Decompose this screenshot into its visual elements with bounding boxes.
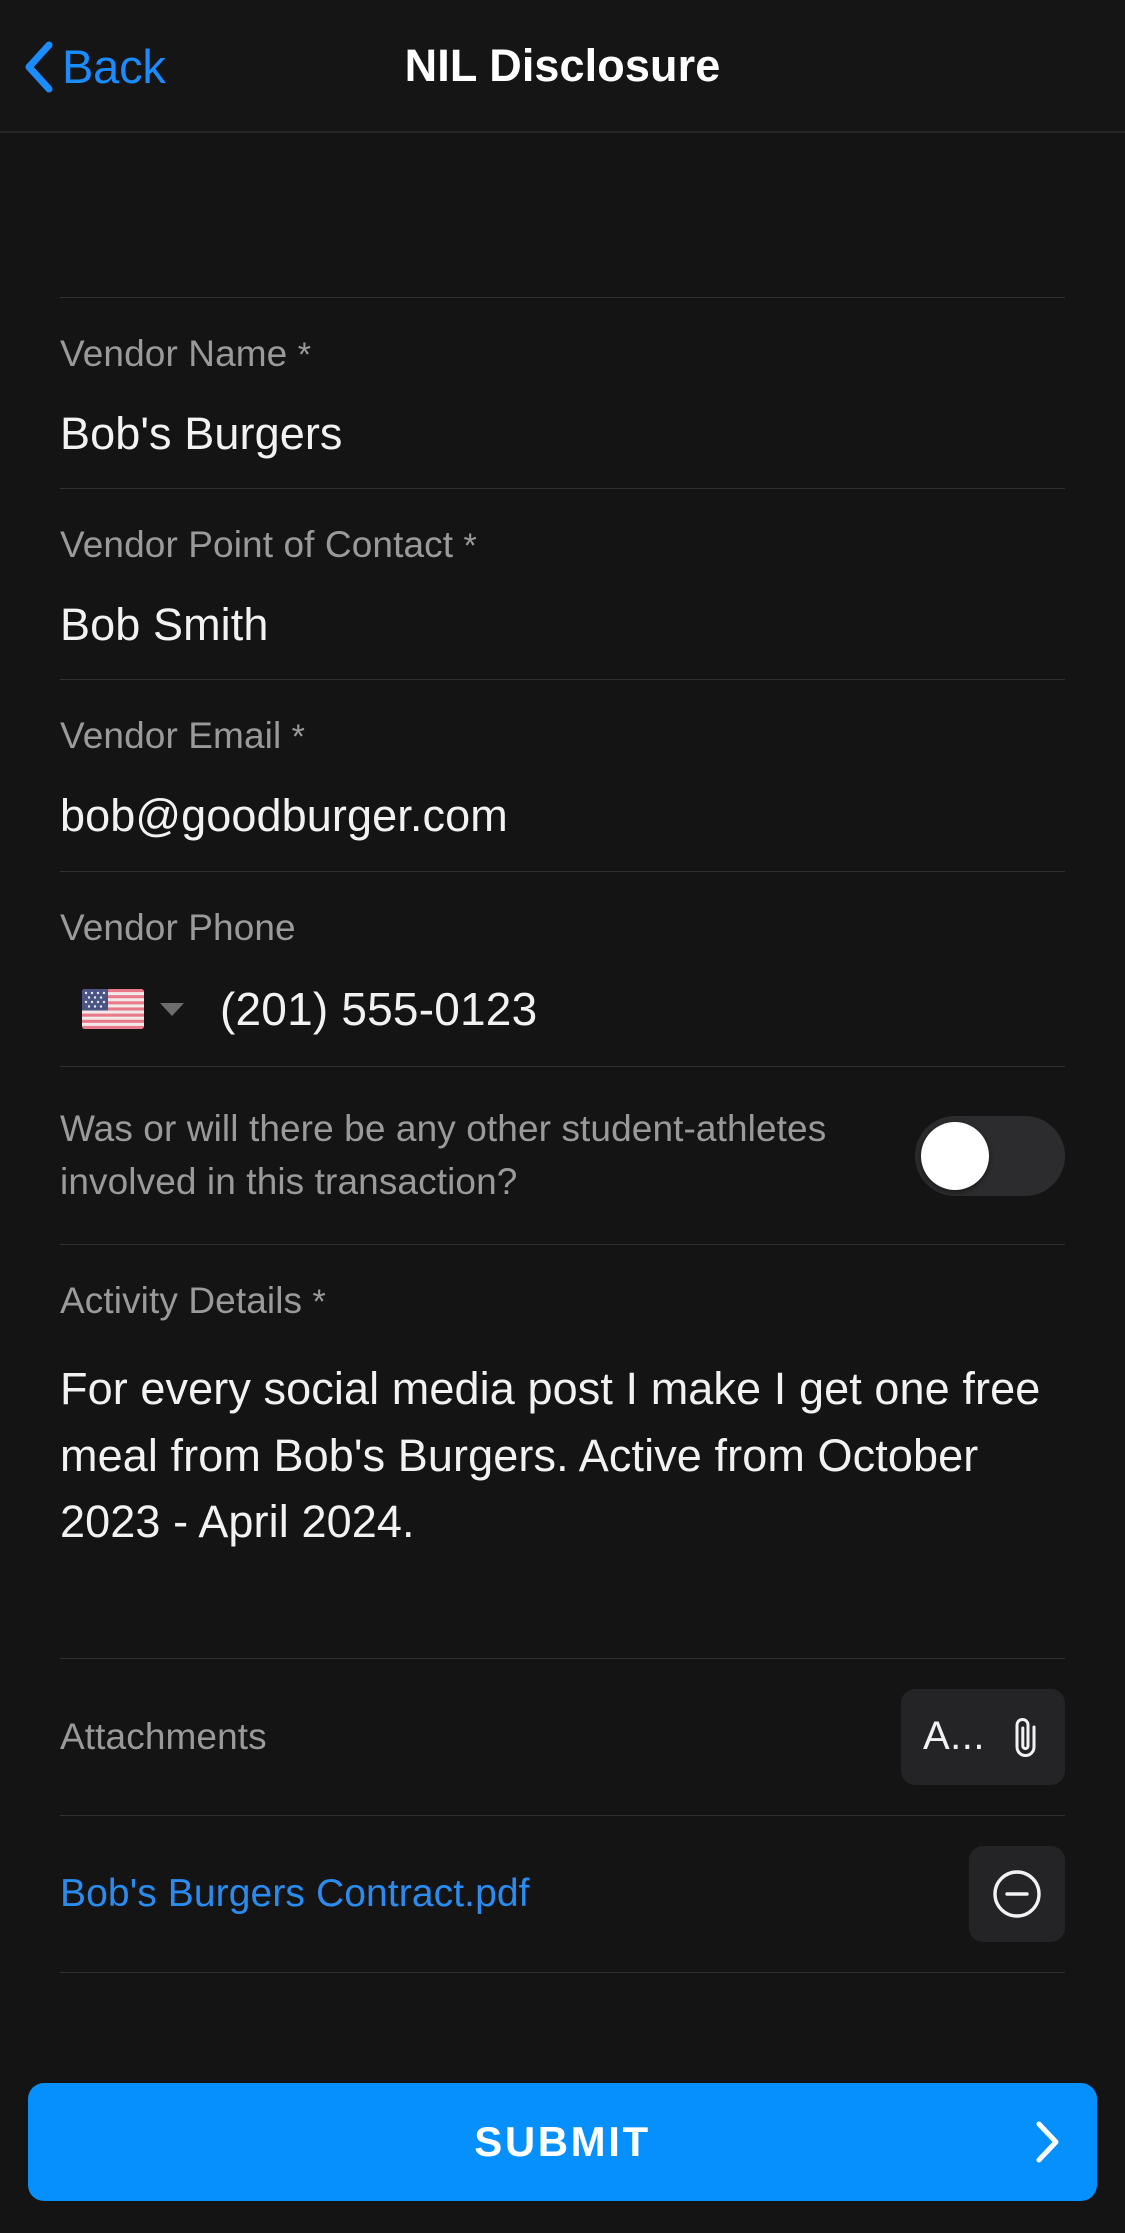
back-button[interactable]: Back xyxy=(22,0,182,133)
country-code-selector[interactable] xyxy=(82,989,184,1029)
field-vendor-name[interactable]: Vendor Name * Bob's Burgers xyxy=(60,298,1065,488)
submit-button-label: SUBMIT xyxy=(474,2118,651,2166)
field-other-athletes: Was or will there be any other student-a… xyxy=(60,1067,1065,1244)
required-asterisk: * xyxy=(313,1283,326,1321)
vendor-phone-input[interactable]: (201) 555-0123 xyxy=(220,982,537,1036)
chevron-left-icon xyxy=(22,41,56,93)
activity-details-label: Activity Details * xyxy=(60,1281,1065,1322)
navigation-bar: Back NIL Disclosure xyxy=(0,0,1125,133)
other-athletes-toggle[interactable] xyxy=(915,1116,1065,1196)
phone-input-row: (201) 555-0123 xyxy=(60,982,1065,1036)
required-asterisk: * xyxy=(292,718,305,756)
attachment-list-item: Bob's Burgers Contract.pdf xyxy=(60,1816,1065,1972)
top-spacer xyxy=(60,133,1065,297)
vendor-phone-label: Vendor Phone xyxy=(60,908,1065,949)
field-activity-details[interactable]: Activity Details * For every social medi… xyxy=(60,1245,1065,1657)
attachments-label: Attachments xyxy=(60,1716,267,1758)
other-athletes-question: Was or will there be any other student-a… xyxy=(60,1103,885,1208)
vendor-name-input[interactable]: Bob's Burgers xyxy=(60,409,1065,459)
vendor-email-label: Vendor Email * xyxy=(60,716,1065,757)
field-vendor-phone[interactable]: Vendor Phone xyxy=(60,872,1065,1067)
vendor-contact-label-text: Vendor Point of Contact xyxy=(60,524,453,565)
field-vendor-email[interactable]: Vendor Email * bob@goodburger.com xyxy=(60,680,1065,870)
chevron-right-icon xyxy=(1035,2120,1061,2164)
activity-spacer xyxy=(60,1556,1065,1612)
attachments-row: Attachments A... xyxy=(60,1659,1065,1815)
required-asterisk: * xyxy=(464,527,477,565)
submit-button[interactable]: SUBMIT xyxy=(28,2083,1097,2201)
minus-circle-icon xyxy=(991,1868,1043,1920)
vendor-email-label-text: Vendor Email xyxy=(60,715,281,756)
vendor-contact-input[interactable]: Bob Smith xyxy=(60,600,1065,650)
paperclip-icon xyxy=(1009,1714,1043,1760)
form-scroll-area[interactable]: Vendor Name * Bob's Burgers Vendor Point… xyxy=(0,133,1125,2069)
toggle-knob xyxy=(921,1122,989,1190)
nil-disclosure-screen: Back NIL Disclosure Vendor Name * Bob's … xyxy=(0,0,1125,2233)
remove-attachment-button[interactable] xyxy=(969,1846,1065,1942)
activity-details-label-text: Activity Details xyxy=(60,1280,302,1321)
field-vendor-contact[interactable]: Vendor Point of Contact * Bob Smith xyxy=(60,489,1065,679)
activity-details-input[interactable]: For every social media post I make I get… xyxy=(60,1356,1065,1556)
divider xyxy=(60,1972,1065,1973)
add-attachment-button[interactable]: A... xyxy=(901,1689,1065,1785)
submit-bar: SUBMIT xyxy=(0,2069,1125,2233)
chevron-down-icon xyxy=(160,1003,184,1016)
us-flag-icon xyxy=(82,989,144,1029)
vendor-name-label-text: Vendor Name xyxy=(60,333,287,374)
back-button-label: Back xyxy=(62,39,166,94)
vendor-email-input[interactable]: bob@goodburger.com xyxy=(60,791,1065,841)
required-asterisk: * xyxy=(298,336,311,374)
vendor-name-label: Vendor Name * xyxy=(60,334,1065,375)
vendor-contact-label: Vendor Point of Contact * xyxy=(60,525,1065,566)
add-attachment-label: A... xyxy=(923,1714,985,1759)
attachment-file-name[interactable]: Bob's Burgers Contract.pdf xyxy=(60,1872,530,1916)
